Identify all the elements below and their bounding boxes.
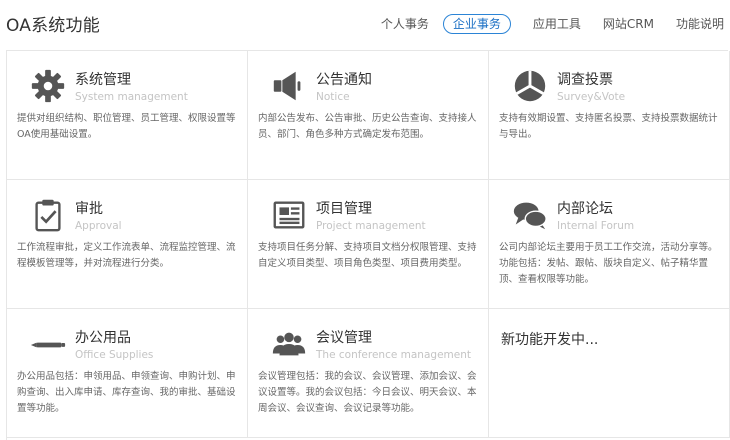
card-title: 公告通知 (316, 72, 372, 88)
clipboard-check-icon (27, 194, 69, 236)
card-subtitle: Approval (75, 220, 122, 232)
people-icon (268, 323, 310, 365)
card-description: 办公用品包括：申领用品、申领查询、申购计划、申购查询、出入库申请、库存查询、我的… (17, 371, 236, 414)
tab-feature-description[interactable]: 功能说明 (676, 14, 724, 34)
card-title: 审批 (75, 201, 103, 217)
card-title: 调查投票 (557, 72, 613, 88)
header: OA系统功能 个人事务 企业事务 应用工具 网站CRM 功能说明 (0, 0, 730, 46)
card-title: 项目管理 (316, 201, 372, 217)
card-subtitle: Project management (316, 220, 426, 232)
card-subtitle: System management (75, 91, 188, 103)
card-subtitle: Office Supplies (75, 349, 154, 361)
feature-card-coming-soon: 新功能开发中... (489, 309, 730, 438)
feature-card-office-supplies[interactable]: 办公用品 Office Supplies 办公用品包括：申领用品、申领查询、申购… (7, 309, 248, 438)
tab-app-tools[interactable]: 应用工具 (533, 14, 581, 34)
document-icon (268, 194, 310, 236)
feature-card-system-management[interactable]: 系统管理 System management 提供对组织结构、职位管理、员工管理… (7, 51, 248, 180)
card-subtitle: The conference management (316, 349, 471, 361)
speaker-icon (268, 65, 310, 107)
feature-card-notice[interactable]: 公告通知 Notice 内部公告发布、公告审批、历史公告查询、支持接人员、部门、… (248, 51, 489, 180)
pen-icon (27, 323, 69, 365)
card-subtitle: Survey&Vote (557, 91, 626, 103)
card-title: 系统管理 (75, 72, 131, 88)
gear-icon (27, 65, 69, 107)
tab-personal-affairs[interactable]: 个人事务 (381, 14, 429, 34)
card-description: 公司内部论坛主要用于员工工作交流，活动分享等。功能包括：发帖、跟帖、版块自定义、… (499, 242, 718, 285)
tab-website-crm[interactable]: 网站CRM (603, 14, 654, 34)
pie-chart-icon (509, 65, 551, 107)
category-tabs: 个人事务 企业事务 应用工具 网站CRM 功能说明 (359, 14, 724, 34)
feature-card-approval[interactable]: 审批 Approval 工作流程审批，定义工作流表单、流程监控管理、流程模板管理… (7, 180, 248, 309)
page-title: OA系统功能 (6, 16, 100, 36)
card-title: 办公用品 (75, 330, 131, 346)
card-description: 提供对组织结构、职位管理、员工管理、权限设置等OA使用基础设置。 (17, 113, 236, 140)
feature-card-survey-vote[interactable]: 调查投票 Survey&Vote 支持有效期设置、支持匿名投票、支持投票数据统计… (489, 51, 730, 180)
card-description: 支持有效期设置、支持匿名投票、支持投票数据统计与导出。 (499, 113, 718, 140)
feature-card-project-management[interactable]: 项目管理 Project management 支持项目任务分解、支持项目文档分… (248, 180, 489, 309)
tab-enterprise-affairs[interactable]: 企业事务 (442, 14, 511, 34)
card-description: 会议管理包括：我的会议、会议管理、添加会议、会议设置等。我的会议包括：今日会议、… (258, 371, 477, 414)
chat-bubbles-icon (509, 194, 551, 236)
feature-card-internal-forum[interactable]: 内部论坛 Internal Forum 公司内部论坛主要用于员工工作交流，活动分… (489, 180, 730, 309)
card-description: 内部公告发布、公告审批、历史公告查询、支持接人员、部门、角色多种方式确定发布范围… (258, 113, 477, 140)
card-title: 新功能开发中... (501, 332, 599, 348)
feature-grid: 系统管理 System management 提供对组织结构、职位管理、员工管理… (6, 50, 730, 440)
feature-card-conference-management[interactable]: 会议管理 The conference management 会议管理包括：我的… (248, 309, 489, 438)
card-description: 支持项目任务分解、支持项目文档分权限管理、支持自定义项目类型、项目角色类型、项目… (258, 242, 477, 269)
card-title: 会议管理 (316, 330, 372, 346)
card-description: 工作流程审批，定义工作流表单、流程监控管理、流程模板管理等，并对流程进行分类。 (17, 242, 236, 269)
card-subtitle: Internal Forum (557, 220, 635, 232)
card-title: 内部论坛 (557, 201, 613, 217)
card-subtitle: Notice (316, 91, 350, 103)
